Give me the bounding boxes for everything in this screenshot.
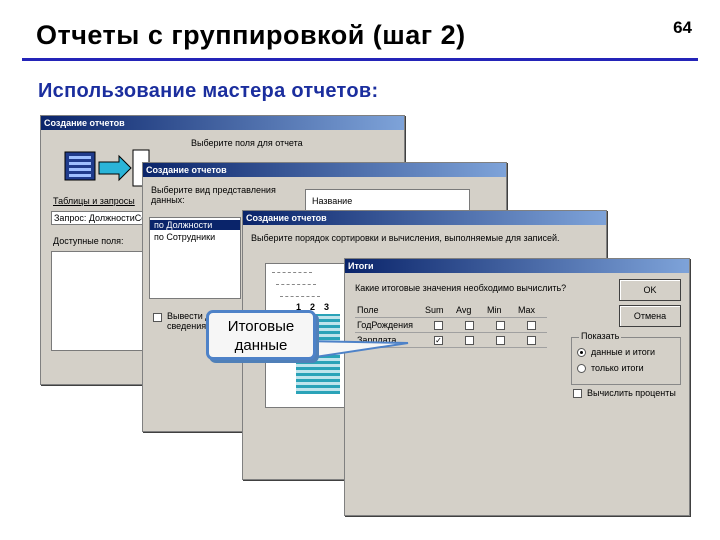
table-row: ГодРождения bbox=[355, 317, 547, 334]
radio-data-and-totals-label: данные и итоги bbox=[591, 347, 656, 357]
percent-label: Вычислить проценты bbox=[587, 388, 676, 398]
window-1-titlebar[interactable]: Создание отчетов bbox=[41, 116, 404, 130]
slide-number: 64 bbox=[673, 18, 692, 37]
callout-totals-data: Итоговые данные bbox=[206, 310, 316, 360]
slide-title: Отчеты с группировкой (шаг 2) bbox=[36, 20, 466, 50]
callout-line-1: Итоговые bbox=[227, 318, 295, 335]
window-3-titlebar[interactable]: Создание отчетов bbox=[243, 211, 606, 225]
header-min: Min bbox=[485, 303, 516, 318]
totals-titlebar[interactable]: Итоги bbox=[345, 259, 689, 273]
header-field: Поле bbox=[355, 303, 423, 318]
max-checkbox[interactable] bbox=[527, 321, 536, 331]
choose-view-text-2: данных: bbox=[151, 195, 185, 205]
show-details-label-2: сведения bbox=[167, 321, 207, 331]
title-rule bbox=[22, 58, 698, 61]
show-group-label: Показать bbox=[579, 331, 622, 341]
min-checkbox[interactable] bbox=[496, 336, 505, 346]
radio-data-and-totals[interactable] bbox=[577, 348, 586, 357]
choose-view-text-1: Выберите вид представления bbox=[151, 185, 276, 195]
tables-select[interactable]: Запрос: ДолжностиСот bbox=[51, 211, 150, 225]
sum-checkbox[interactable] bbox=[434, 321, 443, 331]
row-field-name: ГодРождения bbox=[355, 317, 423, 334]
window-2-titlebar[interactable]: Создание отчетов bbox=[143, 163, 506, 177]
wizard-fields-illustration-icon bbox=[63, 146, 151, 196]
choose-fields-text: Выберите поля для отчета bbox=[191, 138, 303, 148]
view-item[interactable]: по Сотрудники bbox=[154, 232, 215, 242]
available-fields-label: Доступные поля: bbox=[53, 236, 124, 246]
totals-header-row: Поле Sum Avg Min Max bbox=[355, 303, 547, 318]
header-avg: Avg bbox=[454, 303, 485, 318]
header-max: Max bbox=[516, 303, 547, 318]
available-fields-list[interactable] bbox=[51, 251, 149, 351]
min-checkbox[interactable] bbox=[496, 321, 505, 331]
sort-instruction-text: Выберите порядок сортировки и вычисления… bbox=[251, 233, 560, 243]
view-list[interactable]: по Должности по Сотрудники bbox=[149, 217, 241, 299]
preview-field-name: Название bbox=[312, 196, 353, 206]
totals-question: Какие итоговые значения необходимо вычис… bbox=[355, 283, 567, 293]
show-details-label-1: Вывести д bbox=[167, 311, 211, 321]
max-checkbox[interactable] bbox=[527, 336, 536, 346]
tables-label: Таблицы и запросы bbox=[53, 196, 135, 206]
view-item-selected[interactable]: по Должности bbox=[150, 220, 240, 230]
avg-checkbox[interactable] bbox=[465, 321, 474, 331]
sum-checkbox-checked[interactable]: ✓ bbox=[434, 336, 443, 346]
show-groupbox bbox=[571, 337, 681, 385]
cancel-button[interactable]: Отмена bbox=[619, 305, 681, 327]
callout-pointer-icon bbox=[301, 339, 409, 361]
radio-totals-only[interactable] bbox=[577, 364, 586, 373]
preview-column-3: 3 bbox=[324, 302, 330, 312]
radio-totals-only-label: только итоги bbox=[591, 363, 644, 373]
slide-subtitle: Использование мастера отчетов: bbox=[38, 80, 379, 102]
header-sum: Sum bbox=[423, 303, 454, 318]
callout-line-2: данные bbox=[234, 337, 288, 354]
ok-button[interactable]: OK bbox=[619, 279, 681, 301]
show-details-checkbox[interactable] bbox=[153, 313, 162, 322]
avg-checkbox[interactable] bbox=[465, 336, 474, 346]
percent-checkbox[interactable] bbox=[573, 389, 582, 398]
